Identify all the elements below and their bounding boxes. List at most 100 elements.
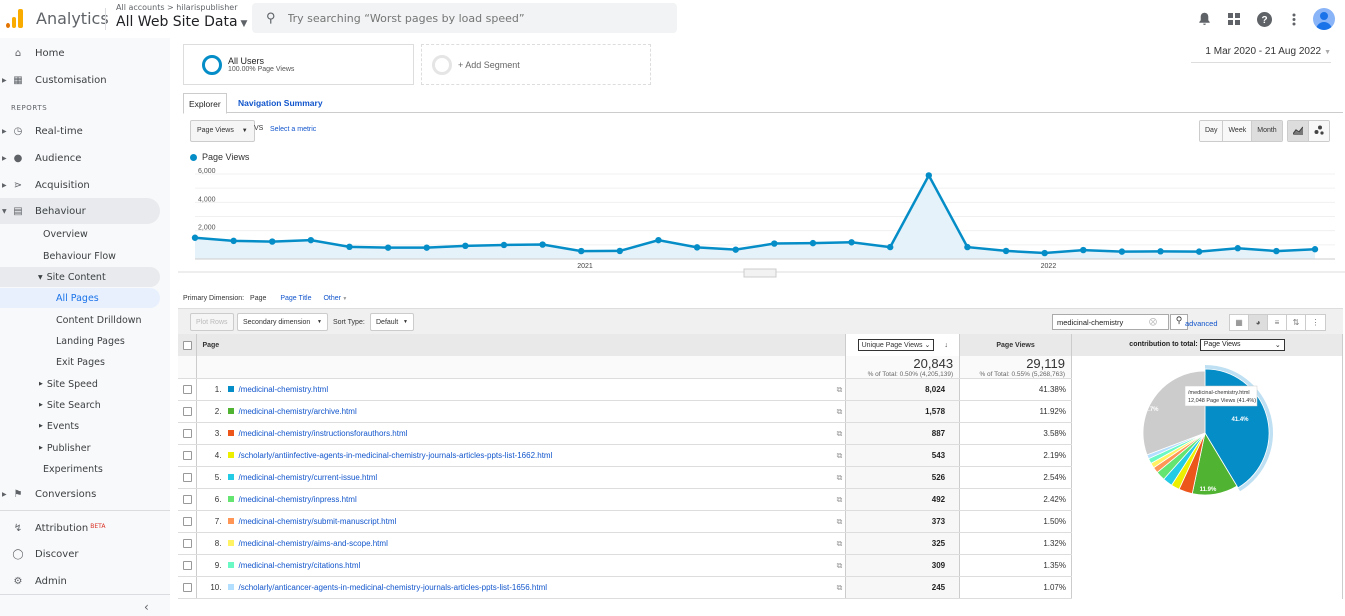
- performance-view-icon[interactable]: ≡: [1268, 315, 1287, 330]
- week-button[interactable]: Week: [1223, 121, 1253, 141]
- open-external-icon[interactable]: ⧉: [837, 451, 843, 461]
- sidebar-item-realtime[interactable]: ▶ ◷ Real-time: [0, 118, 160, 144]
- help-icon[interactable]: ?: [1249, 6, 1279, 32]
- page-views-pct-value: 1.07%: [959, 576, 1072, 599]
- row-checkbox[interactable]: [182, 407, 192, 417]
- open-external-icon[interactable]: ⧉: [837, 495, 843, 505]
- search-input[interactable]: [287, 11, 648, 25]
- page-link[interactable]: /medicinal-chemistry/current-issue.html: [238, 473, 377, 482]
- sidebar-item-overview[interactable]: Overview: [0, 224, 160, 244]
- advanced-filter-link[interactable]: advanced: [1185, 319, 1218, 328]
- sidebar-item-behaviour-flow[interactable]: Behaviour Flow: [0, 246, 160, 266]
- sidebar-item-landing-pages[interactable]: Landing Pages: [0, 331, 160, 351]
- series-color-swatch: [228, 562, 235, 569]
- sidebar-item-site-speed[interactable]: ▶ Site Speed: [0, 374, 160, 394]
- pie-chart-view-icon[interactable]: ◕: [1249, 315, 1268, 330]
- data-point: [848, 239, 855, 246]
- row-checkbox[interactable]: [182, 429, 192, 439]
- open-external-icon[interactable]: ⧉: [837, 517, 843, 527]
- page-link[interactable]: /medicinal-chemistry/instructionsforauth…: [238, 429, 407, 438]
- open-external-icon[interactable]: ⧉: [837, 407, 843, 417]
- row-checkbox[interactable]: [182, 451, 192, 461]
- sidebar-item-behaviour[interactable]: ▼ ▤ Behaviour: [0, 198, 160, 224]
- bell-icon[interactable]: [1189, 6, 1219, 32]
- row-checkbox[interactable]: [182, 517, 192, 527]
- sidebar-item-experiments[interactable]: Experiments: [0, 459, 160, 479]
- open-external-icon[interactable]: ⧉: [837, 429, 843, 439]
- open-external-icon[interactable]: ⧉: [837, 385, 843, 395]
- sidebar-item-site-content[interactable]: ▼ Site Content: [0, 267, 160, 287]
- series-color-swatch: [228, 452, 235, 459]
- sidebar-item-label: Home: [35, 47, 65, 59]
- page-link[interactable]: /medicinal-chemistry/archive.html: [238, 407, 356, 416]
- row-checkbox[interactable]: [182, 473, 192, 483]
- account-breadcrumb[interactable]: All accounts > hilarispublisher: [116, 3, 238, 12]
- row-checkbox[interactable]: [182, 583, 192, 593]
- metric-select[interactable]: Page Views ▼: [190, 120, 255, 142]
- page-link[interactable]: /medicinal-chemistry/submit-manuscript.h…: [238, 517, 396, 526]
- search-bar[interactable]: ⚲: [252, 3, 677, 33]
- collapse-sidebar-icon[interactable]: ‹: [144, 600, 149, 614]
- sidebar-item-discover[interactable]: ◯ Discover: [0, 541, 160, 567]
- more-vert-icon[interactable]: [1279, 6, 1309, 32]
- clear-filter-icon[interactable]: ⨂: [1149, 317, 1157, 326]
- unique-page-views-select[interactable]: Unique Page Views ⌄: [857, 339, 935, 351]
- select-metric-link[interactable]: Select a metric: [270, 126, 316, 133]
- sidebar-item-attribution[interactable]: ↯ Attribution BETA: [0, 515, 160, 541]
- term-cloud-view-icon[interactable]: ⋮: [1306, 315, 1325, 330]
- apps-icon[interactable]: [1219, 6, 1249, 32]
- row-checkbox[interactable]: [182, 385, 192, 395]
- sidebar-item-all-pages[interactable]: All Pages: [0, 288, 160, 308]
- open-external-icon[interactable]: ⧉: [837, 561, 843, 571]
- page-link[interactable]: /scholarly/antiinfective-agents-in-medic…: [238, 451, 552, 460]
- motion-chart-icon[interactable]: [1309, 121, 1329, 141]
- col-page[interactable]: Page: [196, 334, 847, 356]
- row-checkbox[interactable]: [182, 495, 192, 505]
- col-unique-page-views[interactable]: Unique Page Views ⌄ ↓: [845, 334, 961, 356]
- page-link[interactable]: /medicinal-chemistry/citations.html: [238, 561, 360, 570]
- secondary-dimension-select[interactable]: Secondary dimension ▼: [237, 313, 328, 331]
- contribution-metric-select[interactable]: Page Views ⌄: [1199, 339, 1285, 351]
- sidebar-item-site-search[interactable]: ▶ Site Search: [0, 395, 160, 415]
- sidebar-item-acquisition[interactable]: ▶ ⋗ Acquisition: [0, 172, 160, 198]
- sort-type-select[interactable]: Default ▼: [370, 313, 414, 331]
- sidebar-item-audience[interactable]: ▶ ● Audience: [0, 145, 160, 171]
- page-link[interactable]: /medicinal-chemistry.html: [238, 385, 328, 394]
- sidebar-item-conversions[interactable]: ▶ ⚑ Conversions: [0, 481, 160, 507]
- avatar[interactable]: [1313, 8, 1335, 30]
- page-views-pct-value: 2.19%: [959, 444, 1072, 467]
- view-selector[interactable]: All Web Site Data ▼: [116, 14, 247, 30]
- sort-type-label: Sort Type:: [333, 319, 365, 326]
- dimension-page-title-link[interactable]: Page Title: [280, 295, 311, 302]
- sidebar-item-publisher[interactable]: ▶ Publisher: [0, 438, 160, 458]
- plot-rows-button[interactable]: Plot Rows: [190, 313, 234, 331]
- sidebar-item-exit-pages[interactable]: Exit Pages: [0, 352, 160, 372]
- sidebar-item-content-drilldown[interactable]: Content Drilldown: [0, 310, 160, 330]
- tab-explorer[interactable]: Explorer: [183, 93, 227, 114]
- sidebar-item-customisation[interactable]: ▶ ▦ Customisation: [0, 67, 160, 93]
- dimension-other-dropdown[interactable]: Other ▼: [323, 295, 347, 302]
- row-checkbox[interactable]: [182, 539, 192, 549]
- date-range-picker[interactable]: 1 Mar 2020 - 21 Aug 2022 ▼: [1205, 46, 1331, 57]
- col-page-views[interactable]: Page Views: [959, 334, 1072, 356]
- day-button[interactable]: Day: [1200, 121, 1224, 141]
- sort-desc-icon[interactable]: ↓: [944, 342, 948, 349]
- sidebar-item-admin[interactable]: ⚙ Admin: [0, 568, 160, 594]
- select-all-checkbox[interactable]: [182, 340, 192, 350]
- tab-navigation-summary[interactable]: Navigation Summary: [233, 93, 328, 113]
- open-external-icon[interactable]: ⧉: [837, 583, 843, 593]
- segment-all-users[interactable]: All Users 100.00% Page Views: [183, 44, 414, 85]
- add-segment-button[interactable]: + Add Segment: [421, 44, 651, 85]
- open-external-icon[interactable]: ⧉: [837, 473, 843, 483]
- sidebar-item-events[interactable]: ▶ Events: [0, 416, 160, 436]
- open-external-icon[interactable]: ⧉: [837, 539, 843, 549]
- line-chart-icon[interactable]: [1288, 121, 1309, 141]
- month-button[interactable]: Month: [1252, 121, 1282, 141]
- comparison-view-icon[interactable]: ⇅: [1287, 315, 1306, 330]
- page-link[interactable]: /medicinal-chemistry/aims-and-scope.html: [238, 539, 387, 548]
- row-checkbox[interactable]: [182, 561, 192, 571]
- data-table-view-icon[interactable]: ▦: [1230, 315, 1249, 330]
- sidebar-item-home[interactable]: ⌂ Home: [0, 40, 160, 66]
- page-link[interactable]: /medicinal-chemistry/inpress.html: [238, 495, 356, 504]
- page-link[interactable]: /scholarly/anticancer-agents-in-medicina…: [238, 583, 547, 592]
